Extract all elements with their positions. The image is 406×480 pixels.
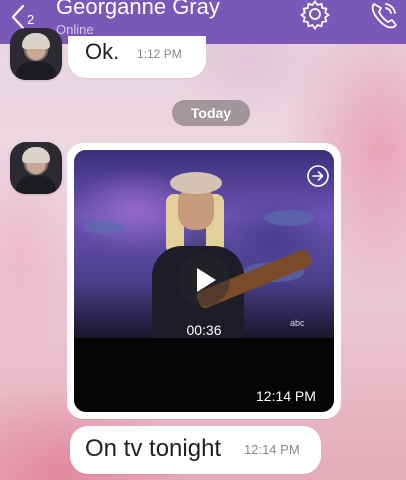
play-icon <box>197 268 216 292</box>
chevron-left-icon <box>11 4 25 30</box>
message-bubble[interactable]: On tv tonight 12:14 PM <box>70 426 321 474</box>
video-player[interactable]: abc 00:36 12:14 PM <box>74 150 334 412</box>
video-duration: 00:36 <box>186 322 222 338</box>
message-time: 1:12 PM <box>137 47 182 61</box>
forward-icon <box>307 165 329 187</box>
message-text: On tv tonight <box>85 435 222 462</box>
contact-name[interactable]: Georganne Gray <box>56 0 220 20</box>
gear-icon[interactable] <box>298 0 332 32</box>
drum-shape <box>264 210 314 226</box>
video-message-bubble[interactable]: abc 00:36 12:14 PM <box>67 143 341 419</box>
message-time: 12:14 PM <box>244 442 300 457</box>
avatar-body <box>16 62 56 80</box>
back-button[interactable]: 2 <box>10 4 44 30</box>
contact-avatar[interactable] <box>10 142 62 194</box>
drum-shape <box>84 220 124 234</box>
contact-status: Online <box>56 22 94 37</box>
message-time: 12:14 PM <box>256 388 316 404</box>
phone-icon[interactable] <box>368 0 402 32</box>
forward-button[interactable] <box>306 164 330 188</box>
date-separator: Today <box>172 100 250 126</box>
video-thumbnail: abc <box>74 150 334 338</box>
performer-hat <box>170 172 222 194</box>
play-button[interactable] <box>178 254 230 306</box>
message-text: Ok. <box>85 39 120 64</box>
avatar-hair <box>22 147 50 163</box>
avatar-hair <box>22 33 50 49</box>
contact-avatar[interactable] <box>10 28 62 80</box>
avatar-body <box>16 176 56 194</box>
unread-count: 2 <box>27 11 35 27</box>
message-bubble[interactable]: Ok. 1:12 PM <box>68 36 206 78</box>
